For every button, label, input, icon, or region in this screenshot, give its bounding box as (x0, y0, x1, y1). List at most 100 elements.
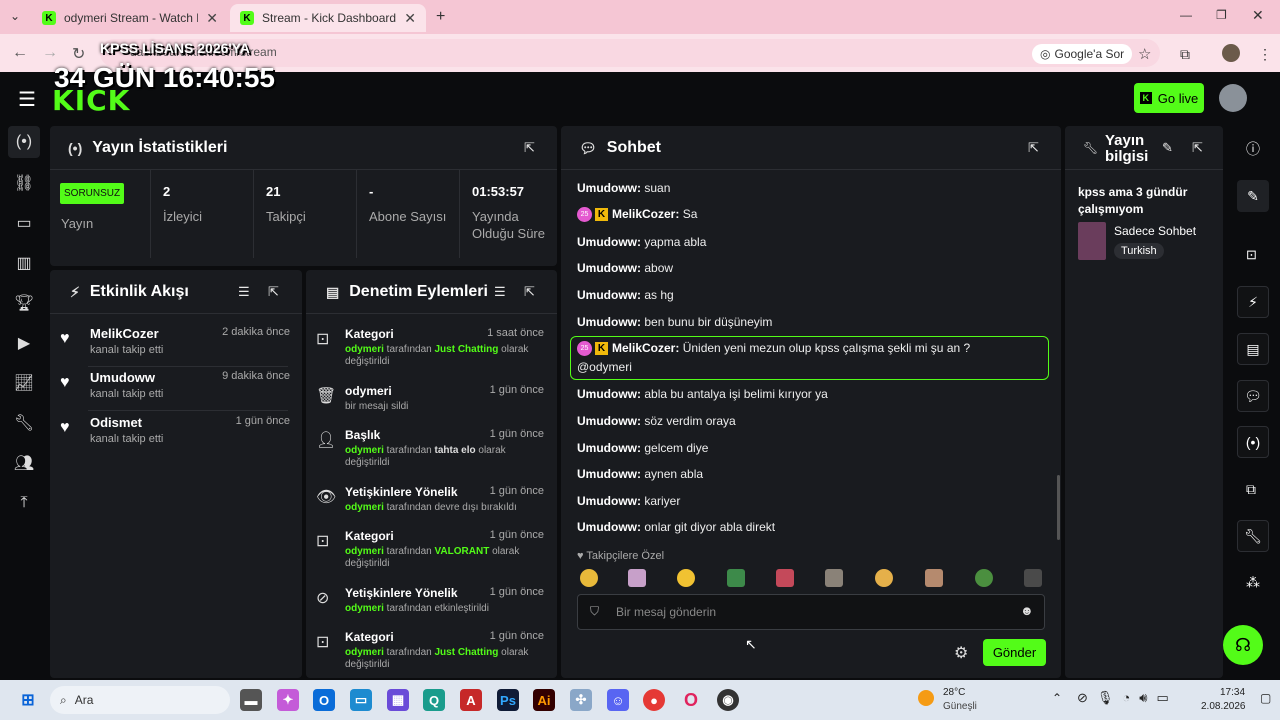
reload-icon[interactable]: ↻ (72, 44, 85, 64)
restore-icon[interactable]: ❐ (1216, 8, 1227, 22)
chat-username[interactable]: Umudoww: (577, 315, 641, 329)
filter-icon[interactable]: ☰ (494, 284, 506, 300)
help-headset-icon[interactable]: ☊ (1223, 625, 1263, 665)
nav-stream-icon[interactable]: (•) (8, 126, 40, 158)
bookmark-star-icon[interactable]: ☆ (1138, 44, 1151, 64)
illustrator-icon[interactable]: Ai (533, 689, 555, 711)
windows-start-icon[interactable]: ⊞ (17, 689, 39, 711)
emote[interactable] (825, 569, 843, 587)
nav-video-icon[interactable]: ▶ (8, 327, 40, 359)
chat-username[interactable]: Umudoww: (577, 494, 641, 508)
emote[interactable] (875, 569, 893, 587)
popout-icon[interactable]: ⇱ (1192, 140, 1203, 156)
emote[interactable] (727, 569, 745, 587)
emoji-icon[interactable]: ☻ (1020, 603, 1034, 618)
emote[interactable] (975, 569, 993, 587)
nav-upload-icon[interactable]: ⤒ (8, 487, 40, 519)
lightning-icon[interactable]: ⚡︎ (1237, 286, 1269, 318)
emote[interactable] (580, 569, 598, 587)
chat-username[interactable]: Umudoww: (577, 414, 641, 428)
chat-username[interactable]: Umudoww: (577, 441, 641, 455)
clock-time[interactable]: 17:34 (1220, 687, 1245, 698)
send-button[interactable]: Gönder (983, 639, 1046, 666)
wrench-icon[interactable]: 🔧︎ (1237, 520, 1269, 552)
nav-analytics-icon[interactable]: ▥ (8, 247, 40, 279)
nav-link-icon[interactable]: ⛓ (8, 167, 40, 199)
app-q-icon[interactable]: Q (423, 689, 445, 711)
emote[interactable] (925, 569, 943, 587)
nav-window-icon[interactable]: ▭ (8, 207, 40, 239)
screenshot-icon[interactable]: ⊡ (1246, 247, 1257, 263)
minimize-icon[interactable]: — (1180, 8, 1192, 22)
share-icon[interactable]: ⁂ (1246, 574, 1260, 591)
taskbar-search[interactable]: ⌕ Ara (50, 686, 230, 714)
chat-username[interactable]: Umudoww: (577, 387, 641, 401)
tab-dashboard[interactable]: K Stream - Kick Dashboard ✕ (230, 4, 426, 32)
nav-trophy-icon[interactable]: 🏆︎ (8, 287, 40, 319)
popout-icon[interactable]: ⇱ (268, 284, 279, 300)
opera-icon[interactable]: O (680, 689, 702, 711)
extensions-icon[interactable]: ⧉ (1180, 44, 1190, 64)
hamburger-menu-icon[interactable]: ☰ (18, 87, 36, 112)
tab-watch[interactable]: K odymeri Stream - Watch Live on ✕ (32, 4, 228, 32)
chat-username[interactable]: Umudoww: (577, 261, 641, 275)
chat-input[interactable]: ⛉ Bir mesaj gönderin ☻ (577, 594, 1045, 630)
chat-username[interactable]: Umudoww: (577, 235, 641, 249)
chrome-icon[interactable]: ● (643, 689, 665, 711)
edit-pencil-icon[interactable]: ✎ (1162, 140, 1173, 156)
store-icon[interactable]: ▦ (387, 689, 409, 711)
emote[interactable] (1024, 569, 1042, 587)
app-grid-icon[interactable]: ✣ (570, 689, 592, 711)
info-icon[interactable]: ⓘ (1246, 139, 1260, 159)
event-user[interactable]: Umudoww (90, 370, 155, 385)
edit-stream-icon[interactable]: ✎ (1237, 180, 1269, 212)
discord-icon[interactable]: ☺ (607, 689, 629, 711)
popout-icon[interactable]: ⇱ (524, 284, 535, 300)
chat-username[interactable]: Umudoww: (577, 181, 641, 195)
emote[interactable] (776, 569, 794, 587)
chat-username[interactable]: Umudoww: (577, 467, 641, 481)
profile-avatar[interactable] (1222, 44, 1240, 62)
chat-username[interactable]: Umudoww: (577, 288, 641, 302)
filter-icon[interactable]: ☰ (238, 284, 250, 300)
menu-dots-icon[interactable]: ⋮ (1258, 44, 1272, 64)
user-avatar[interactable] (1219, 84, 1247, 112)
chat-username[interactable]: MelikCozer: (612, 207, 679, 221)
chat-scrollbar[interactable] (1057, 475, 1060, 540)
photoshop-icon[interactable]: Ps (497, 689, 519, 711)
popout-icon[interactable]: ⇱ (1028, 140, 1039, 156)
close-tab-icon[interactable]: ✕ (404, 10, 416, 27)
desktop-icon[interactable]: ▭ (350, 689, 372, 711)
new-tab-button[interactable]: + (436, 8, 445, 26)
tray-chevron-icon[interactable]: ⌃ (1052, 691, 1062, 705)
outlook-icon[interactable]: O (313, 689, 335, 711)
chat-username[interactable]: MelikCozer: (612, 341, 679, 355)
copilot-icon[interactable]: ✦ (277, 689, 299, 711)
obs-icon[interactable]: ◉ (717, 689, 739, 711)
emote[interactable] (677, 569, 695, 587)
nav-chart-icon[interactable]: 📈︎ (8, 367, 40, 399)
chat-bubble-icon[interactable]: 💬︎ (1237, 380, 1269, 412)
event-user[interactable]: MelikCozer (90, 326, 159, 341)
weather-temp[interactable]: 28°C (943, 687, 965, 698)
nav-wrench-icon[interactable]: 🔧︎ (8, 407, 40, 439)
broadcast-icon[interactable]: (•) (1237, 426, 1269, 458)
tray-icons[interactable]: ⊘🎙︎◔🔊︎▭ (1077, 690, 1178, 706)
tab-list-chevron-icon[interactable]: ⌄ (10, 9, 20, 23)
document-icon[interactable]: ▤ (1237, 333, 1269, 365)
nav-users-icon[interactable]: 👥︎ (8, 447, 40, 479)
event-user[interactable]: Odismet (90, 415, 142, 430)
close-tab-icon[interactable]: ✕ (206, 10, 218, 27)
google-ask-button[interactable]: ◎ Google'a Sor (1032, 44, 1133, 64)
emote[interactable] (628, 569, 646, 587)
back-icon[interactable]: ← (12, 44, 28, 62)
popout-icon[interactable]: ⇱ (524, 140, 535, 156)
file-explorer-icon[interactable]: ▬ (240, 689, 262, 711)
close-window-icon[interactable]: ✕ (1252, 7, 1264, 24)
app-a-icon[interactable]: A (460, 689, 482, 711)
notification-icon[interactable]: ▢ (1260, 691, 1271, 705)
go-live-button[interactable]: K Go live (1134, 83, 1204, 113)
chat-username[interactable]: Umudoww: (577, 520, 641, 534)
display-icon[interactable]: ⧉ (1246, 481, 1256, 498)
forward-icon[interactable]: → (42, 44, 58, 62)
